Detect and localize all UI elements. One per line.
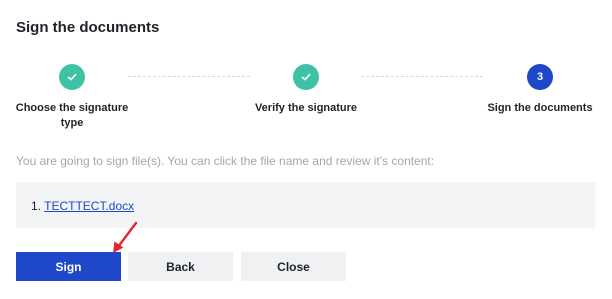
step-connector (361, 76, 483, 77)
list-item: 1. TECTTECT.docx (31, 199, 134, 213)
sign-button[interactable]: Sign (16, 252, 121, 281)
page-title: Sign the documents (16, 19, 160, 36)
annotation-arrow-icon (113, 221, 138, 253)
close-button[interactable]: Close (241, 252, 346, 281)
step-1-label: Choose the signature type (15, 102, 129, 129)
step-3-label: Sign the documents (487, 102, 593, 114)
back-button[interactable]: Back (128, 252, 233, 281)
info-text: You are going to sign file(s). You can c… (16, 154, 435, 168)
stepper: Choose the signature type Verify the sig… (0, 63, 612, 133)
file-index: 1. (31, 199, 42, 213)
step-2-check-icon (293, 64, 319, 90)
step-1-check-icon (59, 64, 85, 90)
file-list: 1. TECTTECT.docx (16, 182, 595, 228)
step-3-number: 3 (527, 64, 553, 90)
sign-documents-panel: Sign the documents Choose the signature … (0, 0, 612, 299)
step-2-label: Verify the signature (254, 102, 358, 114)
file-link[interactable]: TECTTECT.docx (44, 199, 134, 213)
step-connector (128, 76, 250, 77)
